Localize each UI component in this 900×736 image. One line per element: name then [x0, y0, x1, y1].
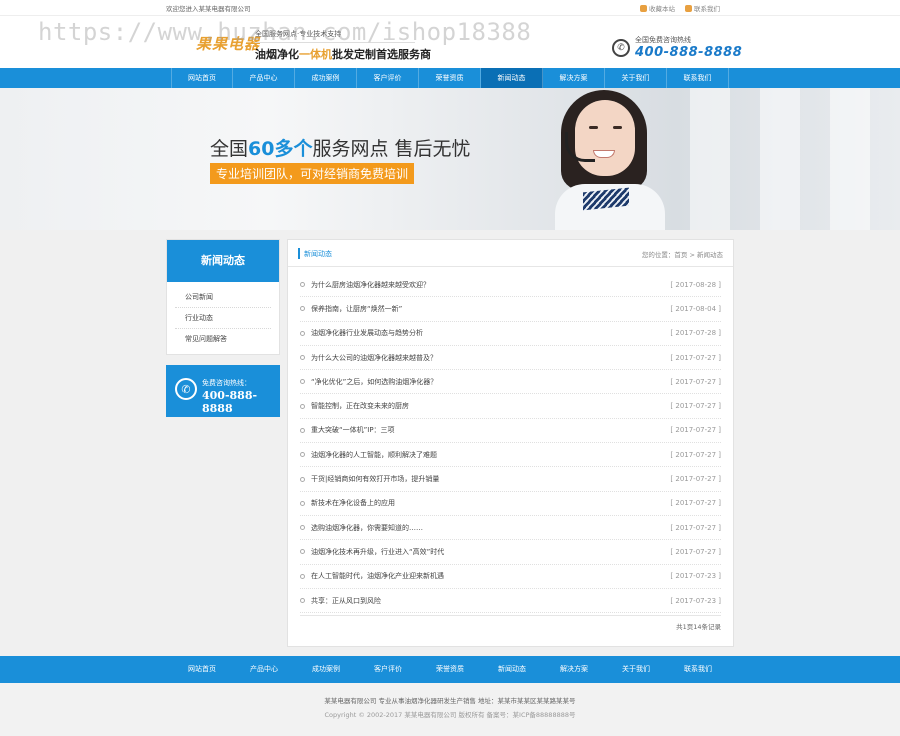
nav-item-news[interactable]: 新闻动态 — [481, 68, 543, 88]
hotline-number: 400-888-8888 — [635, 45, 743, 60]
bullet-icon — [300, 330, 305, 336]
sidebar: 新闻动态 公司新闻 行业动态 常见问题解答 ✆ 免费咨询热线： 400-888-… — [166, 239, 280, 417]
footer-nav-about[interactable]: 关于我们 — [605, 656, 667, 683]
banner-headline: 全国60多个服务网点 售后无忧 — [210, 138, 471, 160]
footer-info: 某某电器有限公司 专业从事油烟净化器研发生产销售 地址：某某市某某区某某路某某号 — [324, 697, 576, 705]
slogan-line2: 油烟净化一体机批发定制首选服务商 — [255, 48, 431, 61]
news-panel-header: 新闻动态 您的位置：首页 > 新闻动态 — [288, 240, 733, 267]
footer-nav-cases[interactable]: 成功案例 — [295, 656, 357, 683]
bullet-icon — [300, 403, 305, 409]
news-item[interactable]: 在人工智能时代，油烟净化产业迎来新机遇[ 2017-07-23 ] — [300, 565, 721, 589]
footer-nav-news[interactable]: 新闻动态 — [481, 656, 543, 683]
top-links: 收藏本站 联系我们 — [640, 3, 720, 13]
sidebar-contact-box: ✆ 免费咨询热线： 400-888-8888 — [166, 365, 280, 417]
star-icon — [640, 4, 647, 12]
bookmark-link[interactable]: 收藏本站 — [640, 3, 675, 13]
news-item[interactable]: 为什么大公司的油烟净化器越来越普及？[ 2017-07-27 ] — [300, 346, 721, 371]
customer-service-photo — [555, 88, 665, 230]
slogan-line1: 全国服务网点·专业技术支持 — [255, 29, 415, 43]
news-item[interactable]: 智能控制，正在改变未来的厨房[ 2017-07-27 ] — [300, 394, 721, 419]
nav-item-solutions[interactable]: 解决方案 — [543, 68, 605, 88]
bullet-icon — [300, 573, 305, 579]
sidebar-title: 新闻动态 — [167, 240, 279, 282]
sidebar-item-industry-news[interactable]: 行业动态 — [175, 308, 271, 329]
bullet-icon — [300, 452, 305, 458]
news-item[interactable]: 选购油烟净化器，你需要知道的……[ 2017-07-27 ] — [300, 516, 721, 541]
bullet-icon — [300, 525, 305, 531]
bullet-icon — [300, 379, 305, 385]
news-item[interactable]: 保养指南，让厨房“焕然一新”[ 2017-08-04 ] — [300, 297, 721, 322]
phone-icon: ✆ — [175, 378, 197, 400]
top-bar: 欢迎您进入某某电器有限公司 收藏本站 联系我们 — [0, 0, 900, 16]
contact-link[interactable]: 联系我们 — [685, 3, 720, 13]
nav-item-products[interactable]: 产品中心 — [233, 68, 295, 88]
phone-icon: ✆ — [612, 38, 630, 57]
title-accent — [298, 248, 300, 259]
footer-nav-home[interactable]: 网站首页 — [171, 656, 233, 683]
news-item[interactable]: 新技术在净化设备上的应用[ 2017-07-27 ] — [300, 492, 721, 516]
welcome-text: 欢迎您进入某某电器有限公司 — [166, 5, 251, 13]
nav-item-honors[interactable]: 荣誉资质 — [419, 68, 481, 88]
bullet-icon — [300, 282, 305, 288]
window-decor — [760, 88, 800, 230]
main-nav: 网站首页 产品中心 成功案例 客户评价 荣誉资质 新闻动态 解决方案 关于我们 … — [0, 68, 900, 88]
news-item[interactable]: 干货|经销商如何有效打开市场，提升销量[ 2017-07-27 ] — [300, 467, 721, 492]
news-item[interactable]: 重大突破“一体机”IP：三项[ 2017-07-27 ] — [300, 419, 721, 444]
bullet-icon — [300, 549, 305, 555]
news-list: 为什么厨房油烟净化器越来越受欢迎？[ 2017-08-28 ] 保养指南，让厨房… — [288, 267, 733, 614]
news-item[interactable]: “净化优化”之后，如何选购油烟净化器？[ 2017-07-27 ] — [300, 370, 721, 395]
news-item[interactable]: 油烟净化技术再升级，行业进入“高效”时代[ 2017-07-27 ] — [300, 540, 721, 565]
news-item[interactable]: 油烟净化器的人工智能，顺利解决了难题[ 2017-07-27 ] — [300, 443, 721, 468]
nav-item-home[interactable]: 网站首页 — [171, 68, 233, 88]
footer-nav: 网站首页 产品中心 成功案例 客户评价 荣誉资质 新闻动态 解决方案 关于我们 … — [0, 656, 900, 683]
nav-item-cases[interactable]: 成功案例 — [295, 68, 357, 88]
header: https://www.huzhan.com/ishop18388 果果电器 全… — [0, 16, 900, 68]
sidebar-item-faq[interactable]: 常见问题解答 — [175, 329, 271, 350]
sidebar-item-company-news[interactable]: 公司新闻 — [175, 287, 271, 308]
footer: 某某电器有限公司 专业从事油烟净化器研发生产销售 地址：某某市某某区某某路某某号… — [0, 683, 900, 736]
news-item[interactable]: 油烟净化器行业发展动态与趋势分析[ 2017-07-28 ] — [300, 322, 721, 346]
bullet-icon — [300, 306, 305, 312]
nav-item-contact[interactable]: 联系我们 — [667, 68, 729, 88]
news-item[interactable]: 为什么厨房油烟净化器越来越受欢迎？[ 2017-08-28 ] — [300, 273, 721, 298]
nav-item-reviews[interactable]: 客户评价 — [357, 68, 419, 88]
footer-nav-contact[interactable]: 联系我们 — [667, 656, 729, 683]
sidebar-contact-label: 免费咨询热线： — [202, 379, 251, 387]
bullet-icon — [300, 427, 305, 433]
hotline-label: 全国免费咨询热线 — [635, 36, 691, 44]
hotline: ✆ 全国免费咨询热线 400-888-8888 — [612, 35, 742, 60]
banner-tagline: 专业培训团队，可对经销商免费培训 — [210, 163, 415, 184]
footer-nav-reviews[interactable]: 客户评价 — [357, 656, 419, 683]
hero-banner: 全国60多个服务网点 售后无忧 专业培训团队，可对经销商免费培训 — [0, 88, 900, 230]
news-panel: 新闻动态 您的位置：首页 > 新闻动态 为什么厨房油烟净化器越来越受欢迎？[ 2… — [287, 239, 734, 647]
bullet-icon — [300, 476, 305, 482]
breadcrumb: 您的位置：首页 > 新闻动态 — [641, 251, 723, 259]
sidebar-category-box: 新闻动态 公司新闻 行业动态 常见问题解答 — [166, 239, 280, 355]
bullet-icon — [300, 355, 305, 361]
nav-item-about[interactable]: 关于我们 — [605, 68, 667, 88]
sidebar-contact-number: 400-888-8888 — [202, 389, 258, 415]
window-decor — [830, 88, 870, 230]
window-decor — [690, 88, 730, 230]
bullet-icon — [300, 500, 305, 506]
footer-nav-products[interactable]: 产品中心 — [233, 656, 295, 683]
news-panel-title: 新闻动态 — [304, 250, 332, 258]
slogan: 全国服务网点·专业技术支持 油烟净化一体机批发定制首选服务商 — [255, 29, 431, 62]
site-logo[interactable]: 果果电器 — [196, 33, 260, 54]
phone-icon — [685, 4, 692, 12]
footer-nav-honors[interactable]: 荣誉资质 — [419, 656, 481, 683]
bullet-icon — [300, 598, 305, 603]
pagination: 共1页14条记录 — [300, 615, 721, 631]
news-item[interactable]: 共享：正从风口到风险[ 2017-07-23 ] — [300, 589, 721, 614]
footer-nav-solutions[interactable]: 解决方案 — [543, 656, 605, 683]
footer-copyright: Copyright © 2002-2017 某某电器有限公司 版权所有 备案号：… — [324, 711, 576, 719]
